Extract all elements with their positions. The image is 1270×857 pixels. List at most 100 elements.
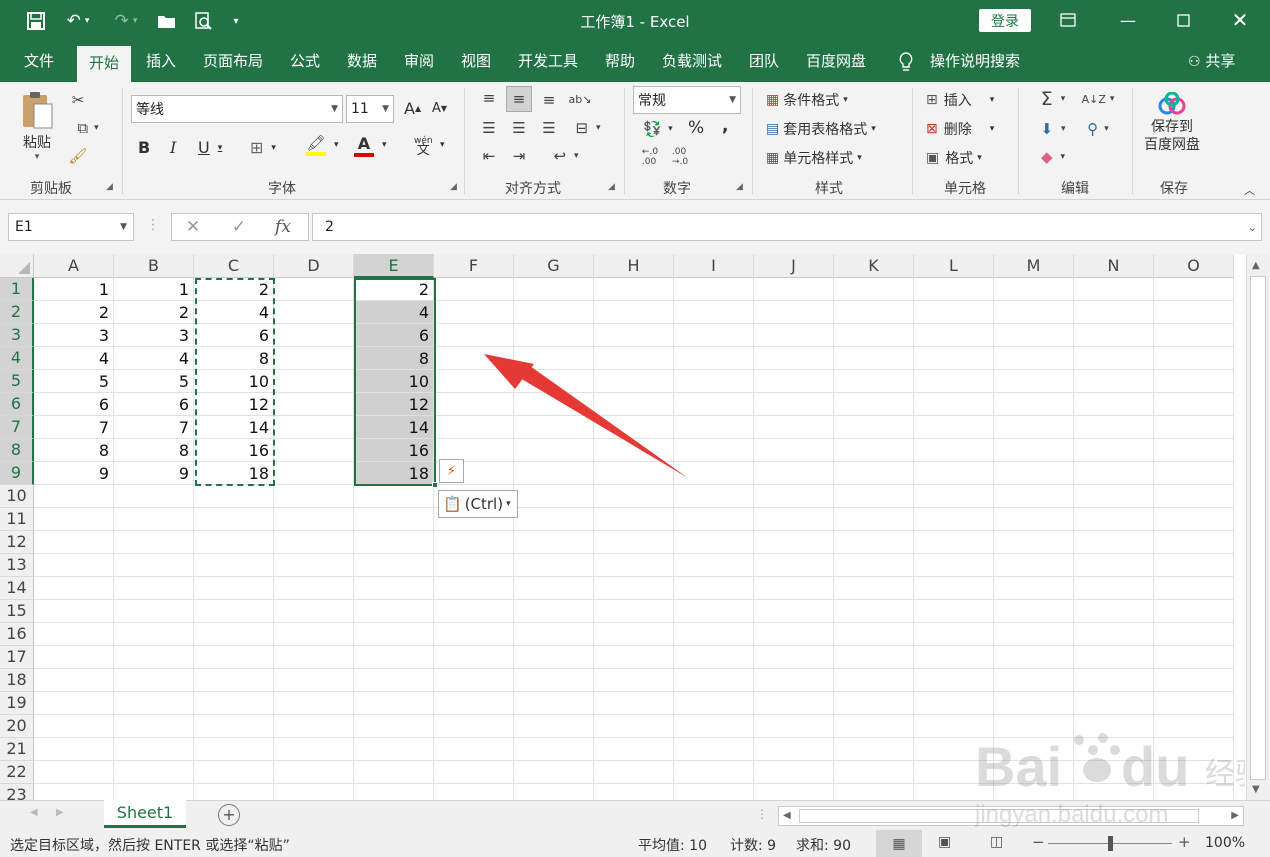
- cell-a5[interactable]: 5: [34, 370, 114, 393]
- cell-e6[interactable]: 12: [354, 393, 434, 416]
- column-header-d[interactable]: D: [274, 254, 354, 278]
- cell-o8[interactable]: [1154, 439, 1234, 462]
- cell-k3[interactable]: [834, 324, 914, 347]
- cell-m7[interactable]: [994, 416, 1074, 439]
- paste-button[interactable]: 粘贴 ▾: [20, 90, 54, 162]
- cell-g15[interactable]: [514, 600, 594, 623]
- cell-m17[interactable]: [994, 646, 1074, 669]
- cell-b21[interactable]: [114, 738, 194, 761]
- normal-view-icon[interactable]: ▦: [876, 830, 922, 857]
- cell-a7[interactable]: 7: [34, 416, 114, 439]
- tab-home[interactable]: 开始: [77, 46, 132, 82]
- cell-b16[interactable]: [114, 623, 194, 646]
- row-header-18[interactable]: 18: [0, 669, 34, 692]
- align-center-icon[interactable]: ☰: [508, 118, 530, 138]
- cell-e13[interactable]: [354, 554, 434, 577]
- cell-n6[interactable]: [1074, 393, 1154, 416]
- minimize-icon[interactable]: —: [1110, 6, 1146, 34]
- cell-d9[interactable]: [274, 462, 354, 485]
- cell-styles-button[interactable]: ▦ 单元格样式 ▾: [766, 148, 862, 168]
- cell-c10[interactable]: [194, 485, 274, 508]
- cell-e19[interactable]: [354, 692, 434, 715]
- select-all-corner[interactable]: [0, 254, 34, 278]
- login-button[interactable]: 登录: [979, 9, 1031, 32]
- cell-l13[interactable]: [914, 554, 994, 577]
- cell-f13[interactable]: [434, 554, 514, 577]
- cell-i16[interactable]: [674, 623, 754, 646]
- split-grip-icon[interactable]: ⋮: [756, 807, 768, 821]
- row-header-1[interactable]: 1: [0, 278, 34, 301]
- cell-h20[interactable]: [594, 715, 674, 738]
- cell-a11[interactable]: [34, 508, 114, 531]
- number-launcher-icon[interactable]: ◢: [736, 182, 743, 192]
- cell-d23[interactable]: [274, 784, 354, 800]
- cell-a17[interactable]: [34, 646, 114, 669]
- cell-g14[interactable]: [514, 577, 594, 600]
- cell-f15[interactable]: [434, 600, 514, 623]
- cell-n15[interactable]: [1074, 600, 1154, 623]
- cell-k22[interactable]: [834, 761, 914, 784]
- cell-k17[interactable]: [834, 646, 914, 669]
- cell-o7[interactable]: [1154, 416, 1234, 439]
- cell-g9[interactable]: [514, 462, 594, 485]
- cell-c23[interactable]: [194, 784, 274, 800]
- cell-l17[interactable]: [914, 646, 994, 669]
- cell-e21[interactable]: [354, 738, 434, 761]
- cell-j12[interactable]: [754, 531, 834, 554]
- cell-o10[interactable]: [1154, 485, 1234, 508]
- cell-d13[interactable]: [274, 554, 354, 577]
- cell-n17[interactable]: [1074, 646, 1154, 669]
- sheet-tab-sheet1[interactable]: Sheet1: [104, 800, 186, 828]
- cell-j10[interactable]: [754, 485, 834, 508]
- cell-k11[interactable]: [834, 508, 914, 531]
- cell-l10[interactable]: [914, 485, 994, 508]
- font-name-select[interactable]: 等线 ▼: [131, 95, 343, 123]
- cell-e1[interactable]: 2: [354, 278, 434, 301]
- cell-d12[interactable]: [274, 531, 354, 554]
- fill-down-icon[interactable]: ⬇ ▾: [1032, 118, 1074, 140]
- cell-o12[interactable]: [1154, 531, 1234, 554]
- cell-g6[interactable]: [514, 393, 594, 416]
- cancel-icon[interactable]: ✕: [178, 214, 208, 240]
- cell-o18[interactable]: [1154, 669, 1234, 692]
- save-to-baidu-button[interactable]: 保存到 百度网盘: [1144, 92, 1200, 154]
- cell-b22[interactable]: [114, 761, 194, 784]
- row-header-3[interactable]: 3: [0, 324, 34, 347]
- cell-e7[interactable]: 14: [354, 416, 434, 439]
- phonetic-button[interactable]: wén 文: [414, 136, 433, 157]
- cell-k16[interactable]: [834, 623, 914, 646]
- cell-i8[interactable]: [674, 439, 754, 462]
- cell-b8[interactable]: 8: [114, 439, 194, 462]
- cell-n7[interactable]: [1074, 416, 1154, 439]
- zoom-in-icon[interactable]: +: [1178, 833, 1191, 851]
- column-header-m[interactable]: M: [994, 254, 1074, 278]
- cell-c20[interactable]: [194, 715, 274, 738]
- tab-review[interactable]: 审阅: [404, 42, 434, 82]
- cell-e5[interactable]: 10: [354, 370, 434, 393]
- align-bottom-icon[interactable]: ≡: [538, 90, 560, 110]
- cell-j2[interactable]: [754, 301, 834, 324]
- cell-l4[interactable]: [914, 347, 994, 370]
- cell-d16[interactable]: [274, 623, 354, 646]
- cell-e23[interactable]: [354, 784, 434, 800]
- cell-d3[interactable]: [274, 324, 354, 347]
- cell-e12[interactable]: [354, 531, 434, 554]
- cell-c8[interactable]: 16: [194, 439, 274, 462]
- cell-l9[interactable]: [914, 462, 994, 485]
- cell-m4[interactable]: [994, 347, 1074, 370]
- cell-d15[interactable]: [274, 600, 354, 623]
- collapse-ribbon-icon[interactable]: ︿: [1244, 182, 1255, 198]
- clear-eraser-icon[interactable]: ◆ ▾: [1032, 146, 1074, 168]
- cell-i10[interactable]: [674, 485, 754, 508]
- cell-j9[interactable]: [754, 462, 834, 485]
- cell-m22[interactable]: [994, 761, 1074, 784]
- cell-a20[interactable]: [34, 715, 114, 738]
- grow-font-button[interactable]: A ▲: [404, 99, 421, 118]
- font-launcher-icon[interactable]: ◢: [450, 182, 457, 192]
- row-header-2[interactable]: 2: [0, 301, 34, 324]
- cell-o19[interactable]: [1154, 692, 1234, 715]
- column-header-k[interactable]: K: [834, 254, 914, 278]
- cell-a12[interactable]: [34, 531, 114, 554]
- cell-k18[interactable]: [834, 669, 914, 692]
- cell-b20[interactable]: [114, 715, 194, 738]
